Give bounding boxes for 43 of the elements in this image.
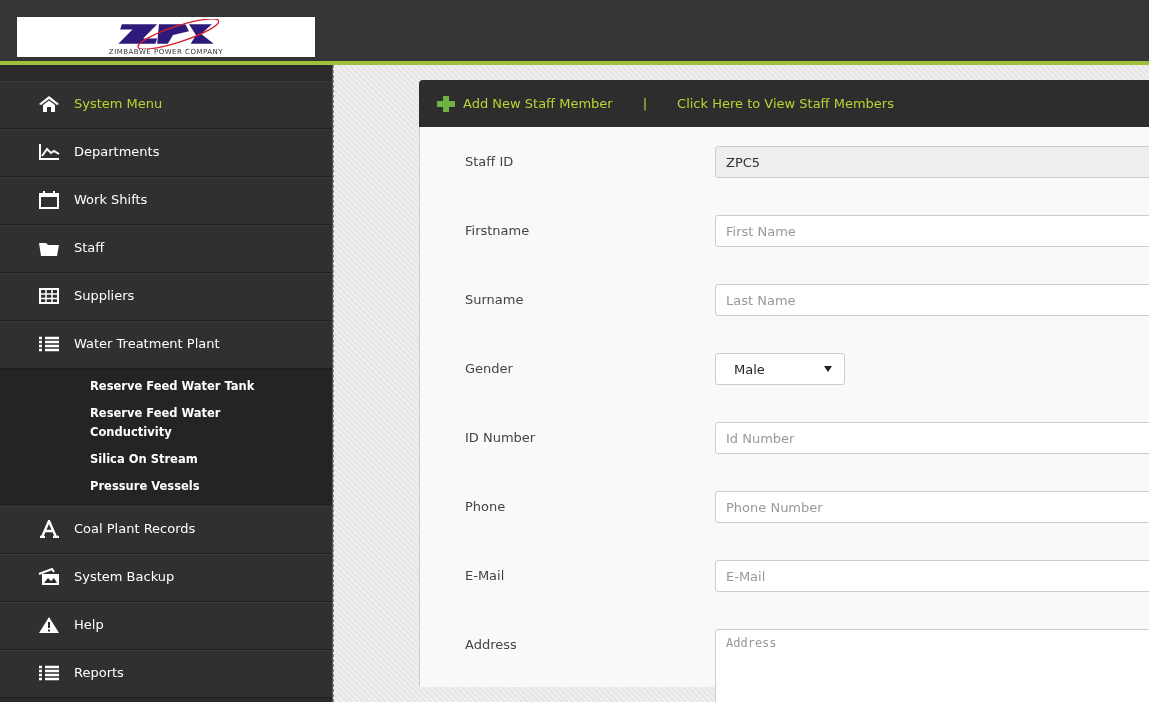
sidebar-item[interactable]: Reports [0,650,332,698]
input-field[interactable]: E-Mail [715,560,1149,592]
list-icon [38,335,60,353]
address-field[interactable]: Address [715,629,1149,702]
field-label: Firstname [465,222,531,240]
calendar-icon [38,191,60,209]
plus-icon [437,95,455,112]
input-field[interactable]: Phone Number [715,491,1149,523]
input-field[interactable]: Id Number [715,422,1149,454]
chart-icon [38,143,60,161]
field-label: Address [465,636,518,654]
sidebar-item[interactable]: Work Shifts [0,177,332,225]
sidebar-item[interactable]: System Backup [0,554,332,602]
serif-a-icon [38,520,60,538]
submenu-item[interactable]: Silica On Stream [90,446,290,473]
caret-icon [824,366,832,372]
table-icon [38,287,60,305]
add-staff-link[interactable]: Add New Staff Member [463,96,613,111]
separator-text: | [642,96,648,111]
warning-icon [38,616,60,634]
home-icon [38,95,60,113]
list-icon [38,664,60,682]
field-label: Phone [465,498,507,516]
submenu-item[interactable]: Pressure Vessels [90,473,290,500]
pictures-icon [38,568,60,586]
field-label: Gender [465,360,514,378]
field-label: ID Number [465,429,537,447]
sidebar-item[interactable]: Help [0,602,332,650]
sidebar-item[interactable]: Water Treatment Plant [0,321,332,369]
sidebar-item[interactable]: System Menu [0,81,332,129]
gender-dropdown[interactable]: Male [715,353,845,385]
field-label: E-Mail [465,567,506,585]
input-field[interactable]: First Name [715,215,1149,247]
submenu-item[interactable]: Reserve Feed Water Tank [90,373,290,400]
field-label: Surname [465,291,525,309]
sidebar-item[interactable]: Staff [0,225,332,273]
sidebar-item[interactable]: Departments [0,129,332,177]
sidebar-item[interactable]: Suppliers [0,273,332,321]
input-field[interactable]: Last Name [715,284,1149,316]
field-label: Staff ID [465,153,515,171]
view-staff-link[interactable]: Click Here to View Staff Members [677,96,894,111]
submenu-item[interactable]: Reserve Feed Water Conductivity [90,400,290,446]
sidebar-item[interactable]: Coal Plant Records [0,506,332,554]
